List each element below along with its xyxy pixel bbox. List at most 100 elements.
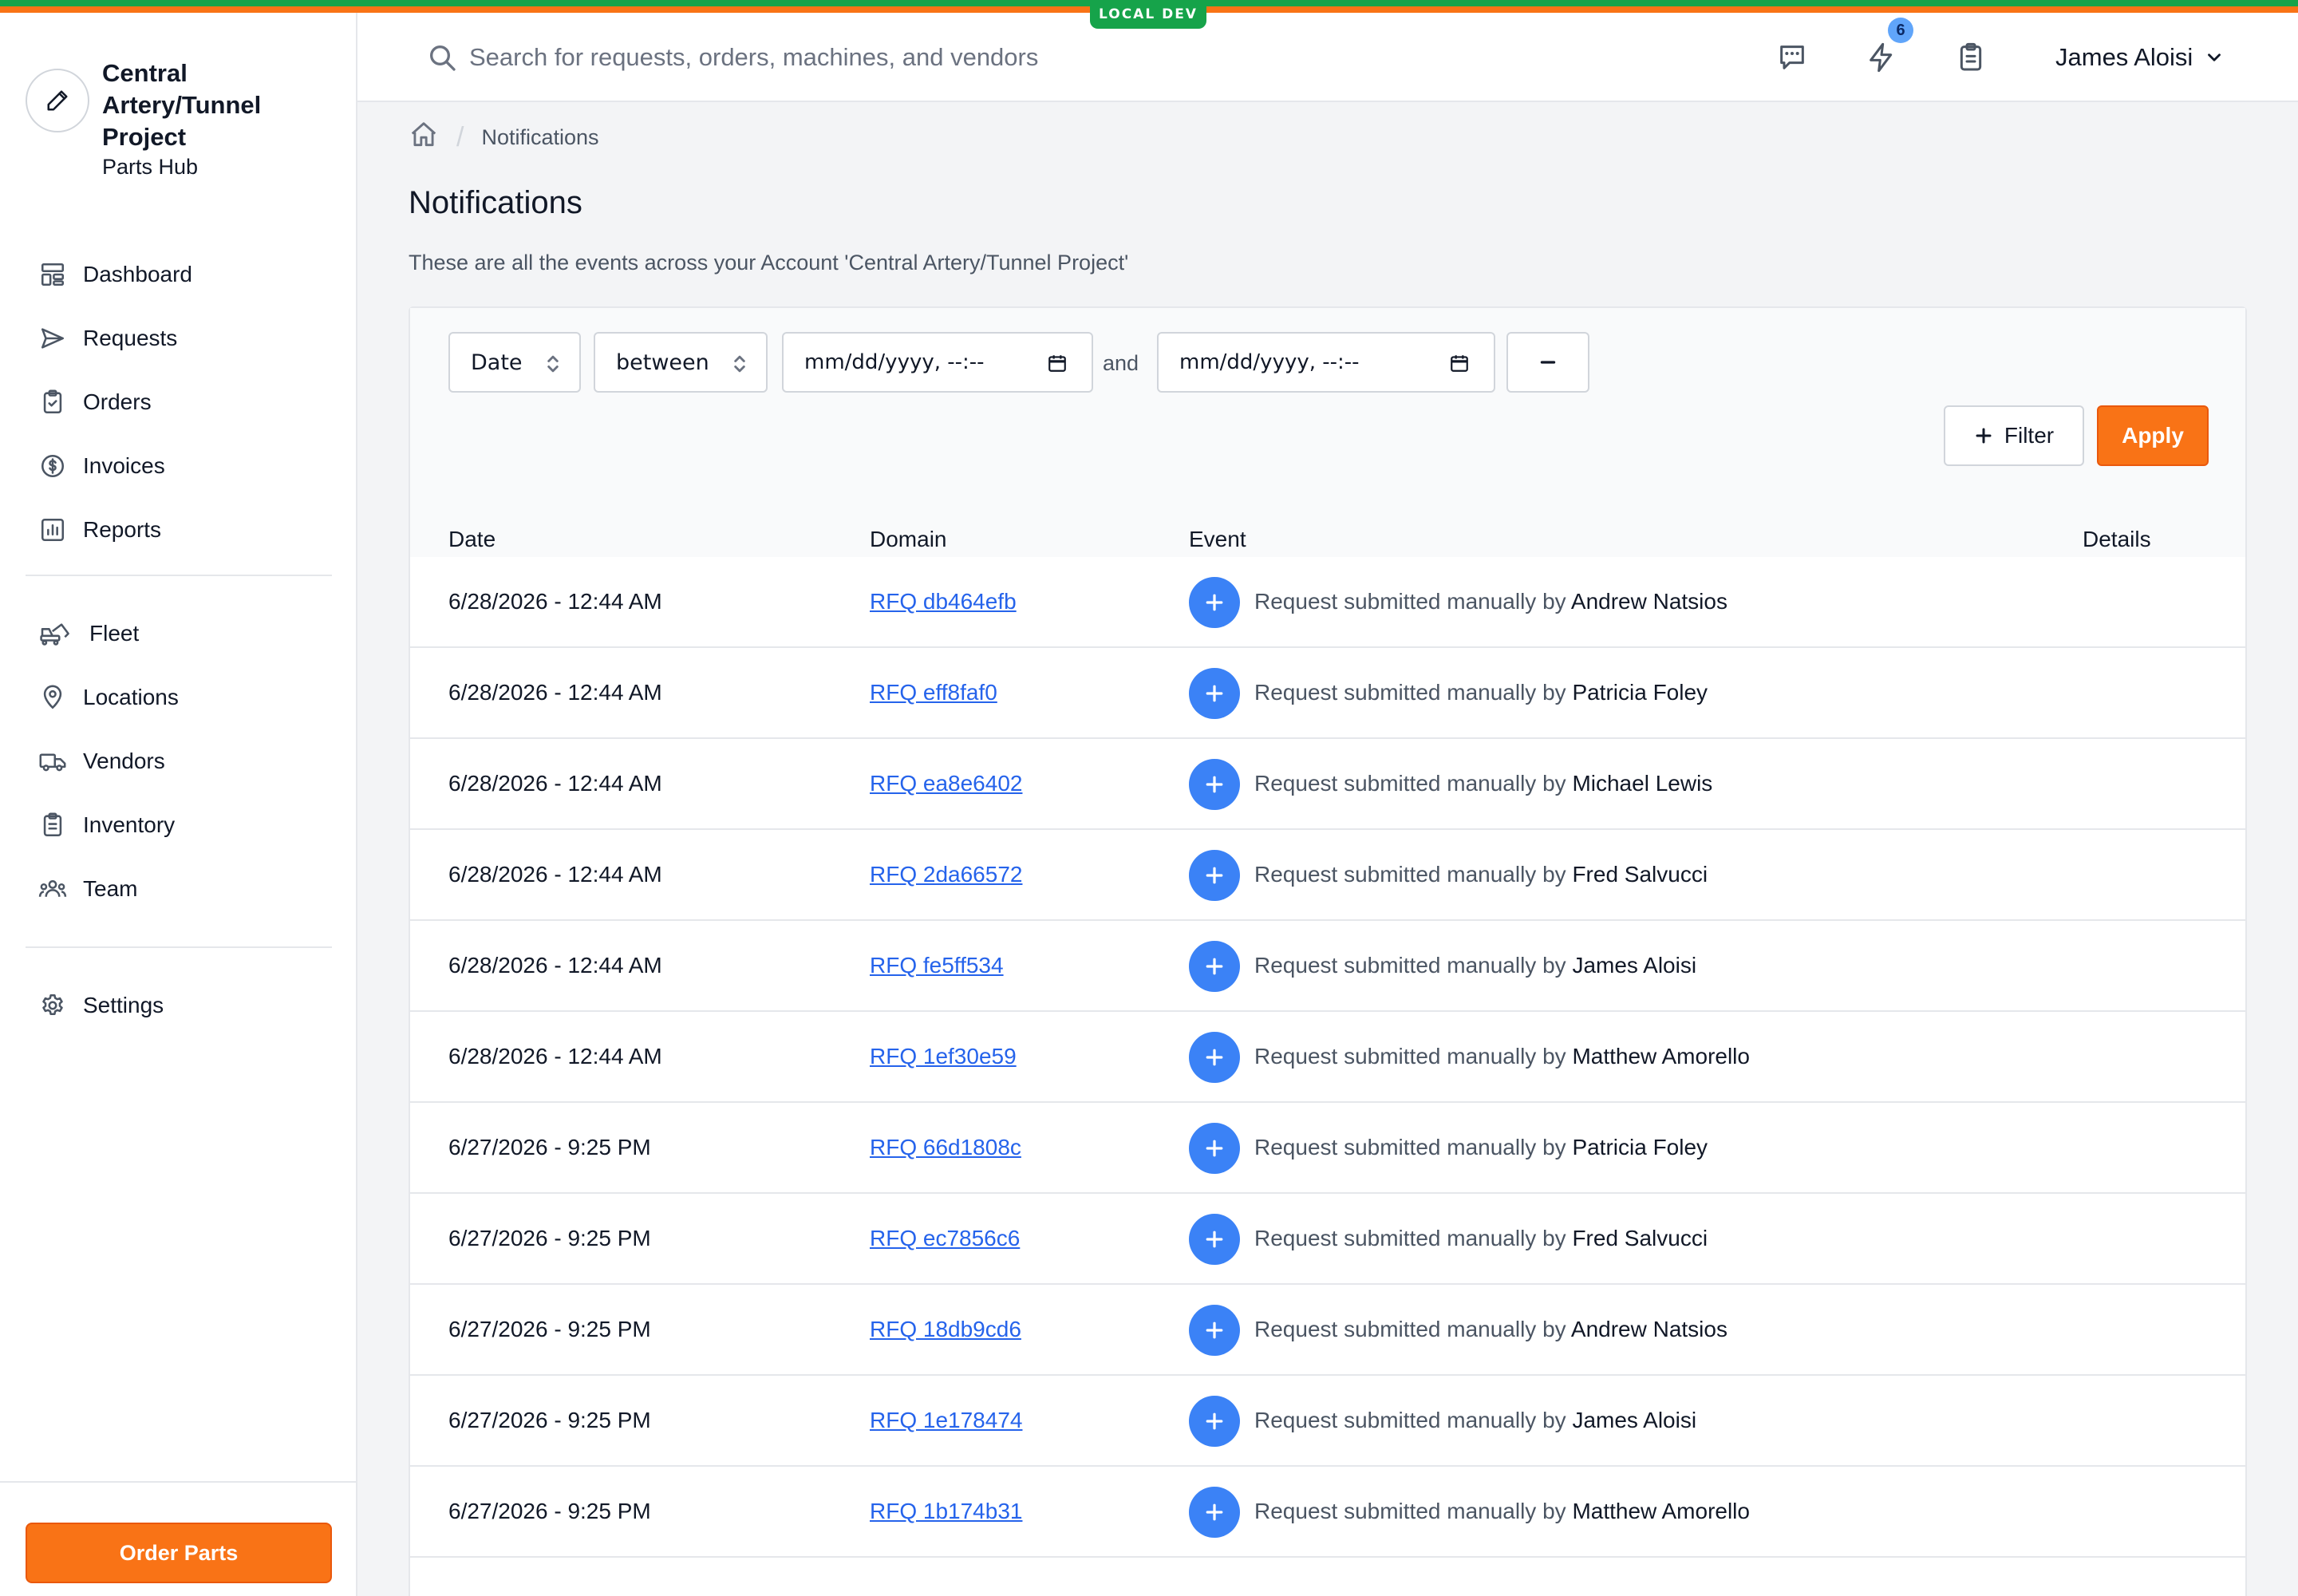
row-event-person: Patricia Foley: [1572, 680, 1708, 705]
row-domain-link[interactable]: RFQ 1b174b31: [870, 1499, 1022, 1524]
table-row[interactable]: 6/27/2026 - 9:25 PM RFQ 66d1808c Request s…: [410, 1103, 2245, 1194]
row-domain-link[interactable]: RFQ 1ef30e59: [870, 1044, 1017, 1069]
table-row[interactable]: 6/27/2026 - 9:25 PM RFQ 18db9cd6 Request s…: [410, 1285, 2245, 1376]
row-date: 6/28/2026 - 12:44 AM: [448, 589, 662, 614]
row-event: Request submitted manually by Matthew Am…: [1254, 1499, 1750, 1524]
row-event-person: Fred Salvucci: [1572, 1226, 1708, 1250]
calendar-icon[interactable]: [1449, 353, 1470, 379]
table-body: 6/28/2026 - 12:44 AM RFQ db464efb Request …: [410, 557, 2245, 1558]
table-row[interactable]: 6/27/2026 - 9:25 PM RFQ ec7856c6 Request s…: [410, 1194, 2245, 1285]
row-domain-link[interactable]: RFQ 1e178474: [870, 1408, 1022, 1433]
search-icon: [426, 41, 458, 77]
environment-badge: LOCAL DEV: [1090, 0, 1206, 29]
table-row[interactable]: 6/27/2026 - 9:25 PM RFQ 1b174b31 Request s…: [410, 1467, 2245, 1558]
chart-icon: [38, 516, 67, 544]
sidebar-item-invoices[interactable]: Invoices: [26, 434, 332, 498]
breadcrumb-separator: /: [456, 122, 464, 152]
row-event-person: James Aloisi: [1572, 1408, 1697, 1432]
search-input[interactable]: [469, 37, 1187, 78]
sidebar-item-settings[interactable]: Settings: [26, 974, 332, 1037]
row-domain-link[interactable]: RFQ 66d1808c: [870, 1135, 1021, 1160]
row-date: 6/28/2026 - 12:44 AM: [448, 862, 662, 887]
row-date: 6/27/2026 - 9:25 PM: [448, 1226, 651, 1250]
apply-button[interactable]: Apply: [2097, 405, 2209, 466]
sidebar-item-label: Inventory: [83, 812, 176, 837]
row-event: Request submitted manually by Fred Salvu…: [1254, 1226, 1708, 1251]
clipboard-icon[interactable]: [1953, 40, 1988, 75]
row-event-text: Request submitted manually by: [1254, 771, 1573, 796]
sidebar-item-label: Vendors: [83, 749, 165, 773]
filter-field-select[interactable]: Date: [448, 332, 581, 393]
row-event: Request submitted manually by Andrew Nat…: [1254, 1317, 1727, 1342]
remove-filter-button[interactable]: [1506, 332, 1589, 393]
gear-icon: [38, 991, 67, 1020]
sidebar-item-orders[interactable]: Orders: [26, 370, 332, 434]
sidebar-item-label: Invoices: [83, 453, 165, 478]
row-event-person: Patricia Foley: [1572, 1135, 1708, 1159]
excavator-icon: [38, 619, 73, 648]
filter-operator-select[interactable]: between: [594, 332, 768, 393]
sidebar-item-reports[interactable]: Reports: [26, 498, 332, 562]
table-row[interactable]: 6/28/2026 - 12:44 AM RFQ 2da66572 Request …: [410, 830, 2245, 921]
row-event: Request submitted manually by Patricia F…: [1254, 1135, 1708, 1160]
row-date: 6/27/2026 - 9:25 PM: [448, 1499, 651, 1523]
sidebar-item-fleet[interactable]: Fleet: [26, 602, 332, 666]
table-row[interactable]: 6/28/2026 - 12:44 AM RFQ db464efb Request …: [410, 557, 2245, 648]
table-row[interactable]: 6/28/2026 - 12:44 AM RFQ fe5ff534 Request …: [410, 921, 2245, 1012]
sidebar-item-dashboard[interactable]: Dashboard: [26, 243, 332, 306]
row-event-text: Request submitted manually by: [1254, 862, 1573, 887]
plus-circle-icon: [1189, 759, 1240, 810]
truck-icon: [38, 747, 67, 776]
row-event-person: Matthew Amorello: [1572, 1044, 1750, 1069]
column-header-date[interactable]: Date: [448, 527, 496, 552]
add-filter-button[interactable]: Filter: [1944, 405, 2084, 466]
lightning-icon[interactable]: [1864, 40, 1899, 75]
row-event-text: Request submitted manually by: [1254, 1044, 1573, 1069]
home-icon[interactable]: [409, 120, 439, 156]
row-event-text: Request submitted manually by: [1254, 680, 1573, 705]
location-pin-icon: [38, 683, 67, 712]
row-event: Request submitted manually by Fred Salvu…: [1254, 862, 1708, 887]
page-description: These are all the events across your Acc…: [409, 251, 1129, 275]
row-domain-link[interactable]: RFQ ea8e6402: [870, 771, 1022, 796]
chat-icon[interactable]: [1775, 40, 1810, 75]
breadcrumb-current: Notifications: [481, 125, 599, 149]
column-header-event[interactable]: Event: [1189, 527, 1246, 552]
plus-circle-icon: [1189, 1214, 1240, 1265]
row-event-text: Request submitted manually by: [1254, 1408, 1573, 1432]
table-row[interactable]: 6/27/2026 - 9:25 PM RFQ 1e178474 Request s…: [410, 1376, 2245, 1467]
sidebar-item-label: Settings: [83, 993, 164, 1017]
row-domain-link[interactable]: RFQ db464efb: [870, 589, 1017, 614]
row-domain-link[interactable]: RFQ 18db9cd6: [870, 1317, 1021, 1342]
pencil-icon[interactable]: [26, 69, 89, 132]
settings-nav: Settings: [26, 974, 332, 1037]
sidebar-item-vendors[interactable]: Vendors: [26, 729, 332, 793]
end-date-input[interactable]: mm/dd/yyyy, --:--: [1157, 332, 1495, 393]
user-menu[interactable]: James Aloisi: [2055, 37, 2225, 78]
plus-circle-icon: [1189, 1123, 1240, 1174]
sidebar-item-label: Requests: [83, 326, 178, 350]
row-event-person: Fred Salvucci: [1572, 862, 1708, 887]
table-row[interactable]: 6/28/2026 - 12:44 AM RFQ eff8faf0 Request …: [410, 648, 2245, 739]
sidebar-item-locations[interactable]: Locations: [26, 666, 332, 729]
calendar-icon[interactable]: [1047, 353, 1068, 379]
table-row[interactable]: 6/28/2026 - 12:44 AM RFQ 1ef30e59 Request …: [410, 1012, 2245, 1103]
sidebar-item-requests[interactable]: Requests: [26, 306, 332, 370]
plus-circle-icon: [1189, 850, 1240, 901]
row-domain-link[interactable]: RFQ 2da66572: [870, 862, 1022, 887]
order-parts-button[interactable]: Order Parts: [26, 1523, 332, 1583]
row-date: 6/28/2026 - 12:44 AM: [448, 680, 662, 705]
table-row[interactable]: 6/28/2026 - 12:44 AM RFQ ea8e6402 Request …: [410, 739, 2245, 830]
row-event-text: Request submitted manually by: [1254, 1499, 1573, 1523]
add-filter-label: Filter: [2004, 423, 2055, 448]
row-domain-link[interactable]: RFQ ec7856c6: [870, 1226, 1020, 1251]
column-header-domain[interactable]: Domain: [870, 527, 946, 552]
row-event-text: Request submitted manually by: [1254, 1135, 1573, 1159]
sidebar-item-inventory[interactable]: Inventory: [26, 793, 332, 857]
sidebar-item-team[interactable]: Team: [26, 857, 332, 921]
send-icon: [38, 324, 67, 353]
row-domain-link[interactable]: RFQ fe5ff534: [870, 953, 1004, 978]
row-domain-link[interactable]: RFQ eff8faf0: [870, 680, 997, 705]
notification-count-badge: 6: [1888, 18, 1913, 43]
start-date-input[interactable]: mm/dd/yyyy, --:--: [782, 332, 1093, 393]
